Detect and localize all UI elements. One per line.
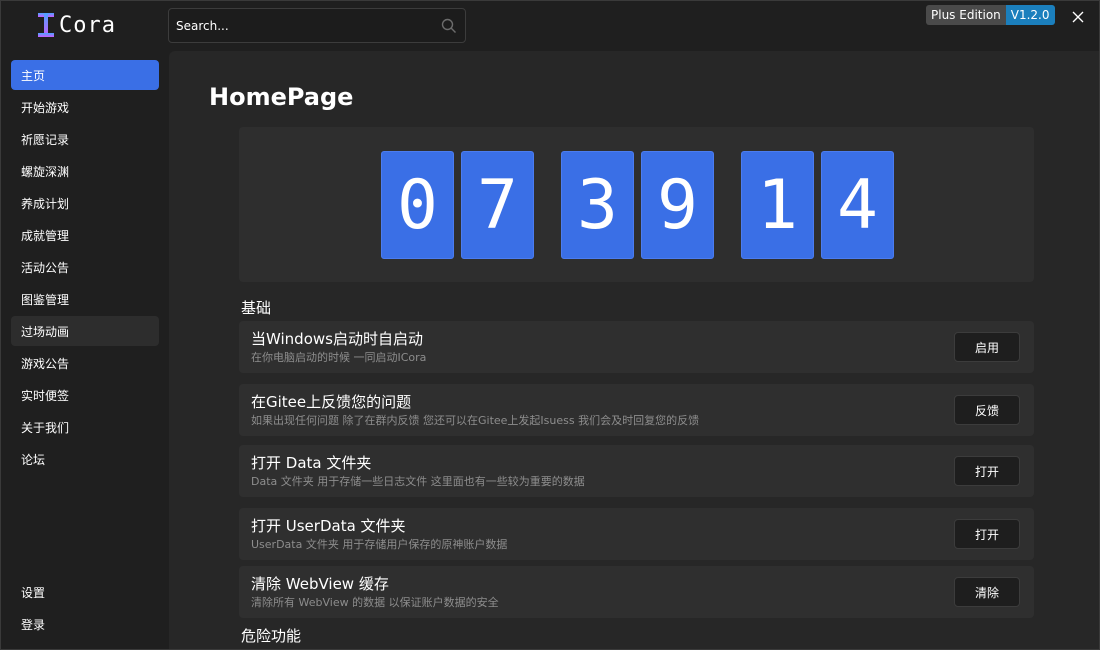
sidebar-item-spiral-abyss[interactable]: 螺旋深渊 [11,156,159,186]
card-description: 在你电脑启动的时候 一同启动ICora [251,351,427,364]
page-title: HomePage [209,83,354,111]
feedback-button[interactable]: 反馈 [954,395,1020,425]
sidebar-item-game-announcements[interactable]: 游戏公告 [11,348,159,378]
sidebar-item-label: 游戏公告 [21,356,70,371]
sidebar-bottom-nav: 设置 登录 [11,577,159,641]
setting-card-clear-webview: 清除 WebView 缓存 清除所有 WebView 的数据 以保证账户数据的安… [239,566,1034,618]
clock-panel: 0 7 3 9 1 4 [239,127,1034,282]
sidebar-item-label: 登录 [21,617,46,632]
card-title: 打开 Data 文件夹 [251,454,372,472]
edition-label: Plus Edition [926,5,1006,25]
sidebar-item-label: 设置 [21,585,46,600]
app-window: Cora 主页 开始游戏 祈愿记录 螺旋深渊 养成计划 成就管理 活动公告 图鉴… [0,0,1100,650]
card-description: UserData 文件夹 用于存储用户保存的原神账户数据 [251,538,508,551]
sidebar-item-label: 开始游戏 [21,100,70,115]
sidebar-item-home[interactable]: 主页 [11,60,159,90]
sidebar-item-achievements[interactable]: 成就管理 [11,220,159,250]
app-logo: Cora [37,11,116,39]
sidebar-item-forum[interactable]: 论坛 [11,444,159,474]
sidebar-item-launch-game[interactable]: 开始游戏 [11,92,159,122]
clock-digit-second-ones: 4 [821,151,894,259]
sidebar: Cora 主页 开始游戏 祈愿记录 螺旋深渊 养成计划 成就管理 活动公告 图鉴… [1,1,169,649]
search-icon[interactable] [441,18,457,34]
sidebar-item-label: 关于我们 [21,420,70,435]
clear-webview-cache-button[interactable]: 清除 [954,577,1020,607]
clock-digit-hour-tens: 0 [381,151,454,259]
setting-card-data-folder: 打开 Data 文件夹 Data 文件夹 用于存储一些日志文件 这里面也有一些较… [239,445,1034,497]
sidebar-item-label: 论坛 [21,452,46,467]
sidebar-item-wish-history[interactable]: 祈愿记录 [11,124,159,154]
main-content: HomePage 0 7 3 9 1 4 基础 当Windows启动时自启动 在… [169,51,1099,649]
sidebar-item-daily-note[interactable]: 实时便签 [11,380,159,410]
sidebar-item-login[interactable]: 登录 [11,609,159,639]
card-description: Data 文件夹 用于存储一些日志文件 这里面也有一些较为重要的数据 [251,475,585,488]
section-title-danger: 危险功能 [241,627,302,645]
edition-badge: Plus Edition V1.2.0 [926,5,1055,25]
open-data-folder-button[interactable]: 打开 [954,456,1020,486]
sidebar-item-events[interactable]: 活动公告 [11,252,159,282]
sidebar-nav: 主页 开始游戏 祈愿记录 螺旋深渊 养成计划 成就管理 活动公告 图鉴管理 过场… [11,60,159,476]
sidebar-item-label: 主页 [21,68,46,83]
sidebar-item-label: 养成计划 [21,196,70,211]
version-label: V1.2.0 [1005,5,1055,25]
setting-card-feedback: 在Gitee上反馈您的问题 如果出现任何问题 除了在群内反馈 您还可以在Gite… [239,384,1034,436]
clock-digit-hour-ones: 7 [461,151,534,259]
setting-card-userdata-folder: 打开 UserData 文件夹 UserData 文件夹 用于存储用户保存的原神… [239,508,1034,560]
card-title: 当Windows启动时自启动 [251,330,423,348]
section-title-basic: 基础 [241,299,272,317]
card-description: 清除所有 WebView 的数据 以保证账户数据的安全 [251,596,499,609]
app-name: Cora [59,12,116,38]
search-box [168,8,466,43]
clock-digit-minute-ones: 9 [641,151,714,259]
sidebar-item-label: 图鉴管理 [21,292,70,307]
sidebar-item-label: 成就管理 [21,228,70,243]
sidebar-item-wiki[interactable]: 图鉴管理 [11,284,159,314]
sidebar-item-cultivation[interactable]: 养成计划 [11,188,159,218]
search-input[interactable] [169,9,429,42]
enable-autostart-button[interactable]: 启用 [954,332,1020,362]
sidebar-item-cutscenes[interactable]: 过场动画 [11,316,159,346]
sidebar-item-settings[interactable]: 设置 [11,577,159,607]
close-icon [1072,11,1084,23]
sidebar-item-label: 祈愿记录 [21,132,70,147]
sidebar-item-label: 实时便签 [21,388,70,403]
card-description: 如果出现任何问题 除了在群内反馈 您还可以在Gitee上发起Isuess 我们会… [251,414,700,427]
sidebar-item-label: 过场动画 [21,324,70,339]
sidebar-item-label: 螺旋深渊 [21,164,70,179]
clock-digit-minute-tens: 3 [561,151,634,259]
logo-icon [38,13,54,37]
close-button[interactable] [1067,6,1089,28]
sidebar-item-label: 活动公告 [21,260,70,275]
open-userdata-folder-button[interactable]: 打开 [954,519,1020,549]
clock-digit-second-tens: 1 [741,151,814,259]
setting-card-autostart: 当Windows启动时自启动 在你电脑启动的时候 一同启动ICora 启用 [239,321,1034,373]
sidebar-item-about[interactable]: 关于我们 [11,412,159,442]
card-title: 打开 UserData 文件夹 [251,517,406,535]
card-title: 在Gitee上反馈您的问题 [251,393,412,411]
card-title: 清除 WebView 缓存 [251,575,389,593]
